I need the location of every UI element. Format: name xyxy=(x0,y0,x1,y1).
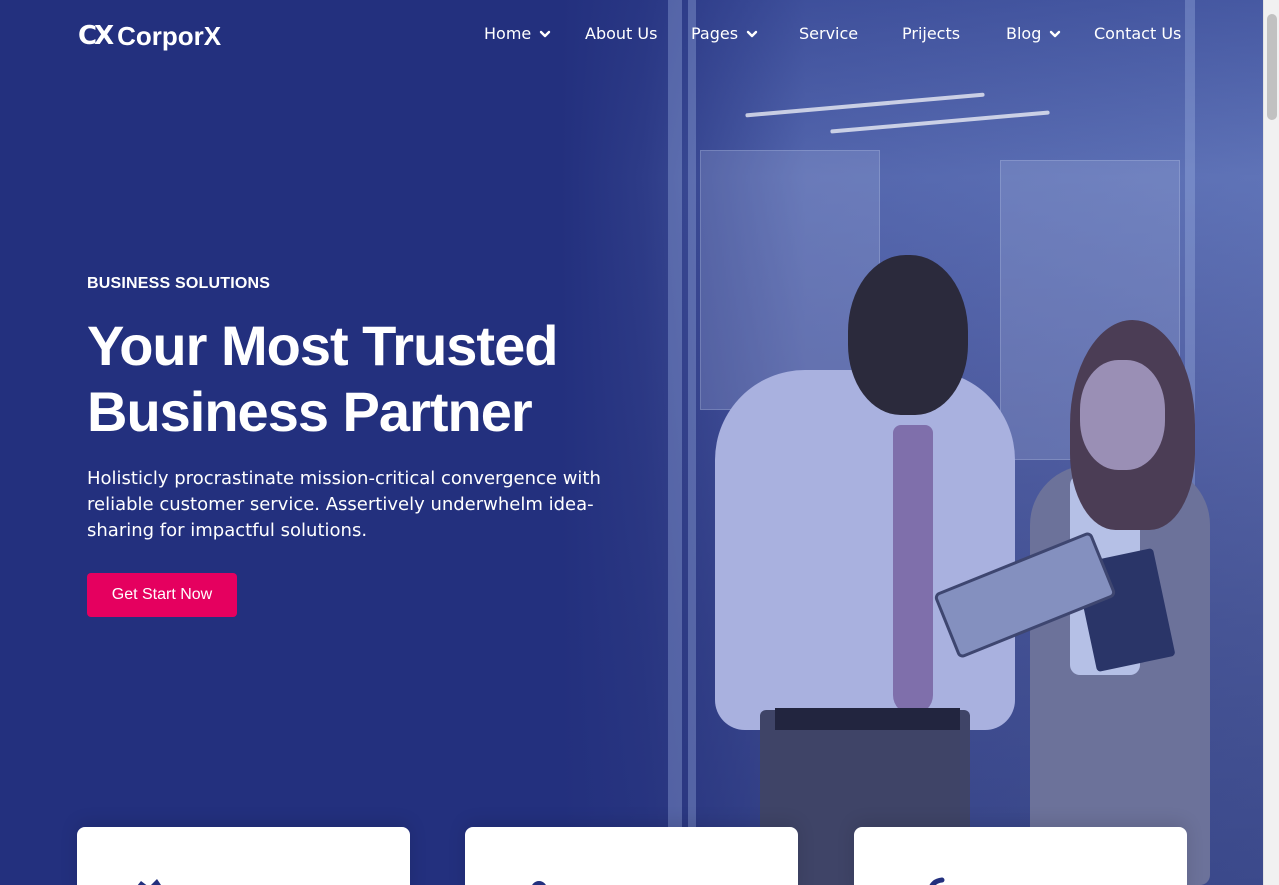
top-navigation: CX CorporX Home About Us Pages Service P… xyxy=(0,0,1263,75)
headline-line-1: Your Most Trusted xyxy=(87,314,558,377)
feature-icon-2 xyxy=(532,881,546,885)
man-belt xyxy=(775,708,960,730)
feature-icon-1 xyxy=(137,879,161,885)
feature-card[interactable] xyxy=(465,827,798,885)
feature-card[interactable] xyxy=(77,827,410,885)
man-tie xyxy=(893,425,933,715)
man-figure xyxy=(715,370,1015,730)
page-scrollbar[interactable] xyxy=(1263,0,1279,885)
nav-item-pages[interactable]: Pages xyxy=(691,24,758,43)
man-head xyxy=(848,255,968,415)
nav-item-label: Home xyxy=(484,24,532,43)
nav-item-label: Blog xyxy=(1006,24,1042,43)
nav-menu: Home About Us Pages Service Prijects Blo… xyxy=(0,24,1263,50)
window-frame xyxy=(688,0,696,885)
nav-item-label: Prijects xyxy=(902,24,961,43)
chevron-down-icon xyxy=(540,30,551,37)
nav-item-label: About Us xyxy=(585,24,658,43)
nav-item-label: Service xyxy=(799,24,859,43)
hero-description: Holisticly procrastinate mission-critica… xyxy=(87,468,601,541)
feature-card[interactable] xyxy=(854,827,1187,885)
headline-line-2: Business Partner xyxy=(87,380,533,443)
nav-item-blog[interactable]: Blog xyxy=(1006,24,1061,43)
nav-item-projects[interactable]: Prijects xyxy=(902,24,960,43)
nav-item-about[interactable]: About Us xyxy=(585,24,657,43)
nav-item-contact[interactable]: Contact Us xyxy=(1094,24,1181,43)
chevron-down-icon xyxy=(746,30,758,37)
feature-icon-3 xyxy=(929,877,945,885)
chevron-down-icon xyxy=(1050,30,1061,37)
scrollbar-thumb[interactable] xyxy=(1267,14,1277,120)
get-started-button[interactable]: Get Start Now xyxy=(87,573,237,617)
hero-eyebrow: BUSINESS SOLUTIONS xyxy=(87,275,271,292)
woman-face xyxy=(1080,360,1165,470)
hero-section: CX CorporX Home About Us Pages Service P… xyxy=(0,0,1263,885)
hero-headline: Your Most Trusted Business Partner xyxy=(87,313,647,445)
nav-item-label: Pages xyxy=(691,24,739,43)
nav-item-label: Contact Us xyxy=(1094,24,1182,43)
window-frame xyxy=(668,0,682,885)
nav-item-home[interactable]: Home xyxy=(484,24,551,43)
nav-item-service[interactable]: Service xyxy=(799,24,858,43)
